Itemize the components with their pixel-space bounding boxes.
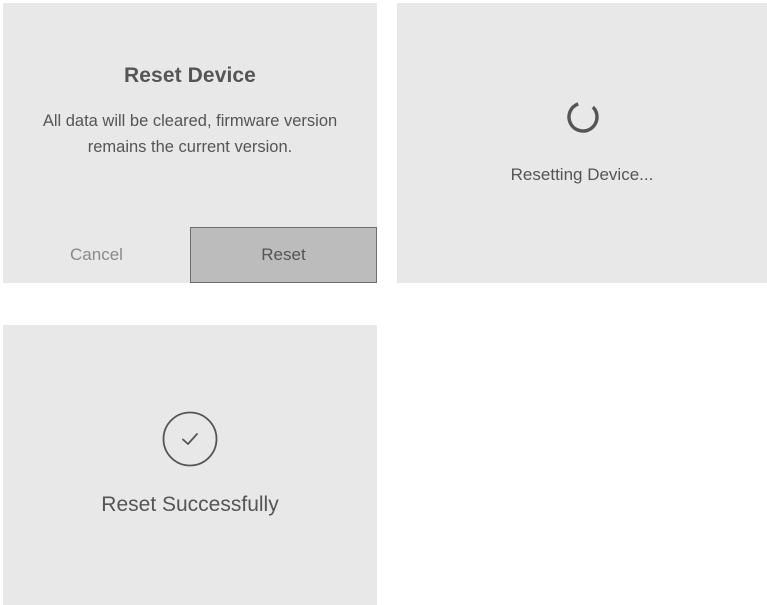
check-circle-icon <box>162 411 218 467</box>
reset-button[interactable]: Reset <box>190 227 377 283</box>
dialog-message: All data will be cleared, firmware versi… <box>42 112 338 156</box>
success-status-text: Reset Successfully <box>101 493 279 516</box>
resetting-device-panel: Resetting Device... <box>397 3 767 283</box>
dialog-title: Reset Device <box>124 64 256 87</box>
spinner-icon <box>567 102 599 133</box>
resetting-status-text: Resetting Device... <box>510 165 654 184</box>
reset-success-panel: Reset Successfully <box>3 325 377 605</box>
cancel-button[interactable]: Cancel <box>3 227 190 283</box>
reset-device-dialog: Reset Device All data will be cleared, f… <box>3 3 377 283</box>
